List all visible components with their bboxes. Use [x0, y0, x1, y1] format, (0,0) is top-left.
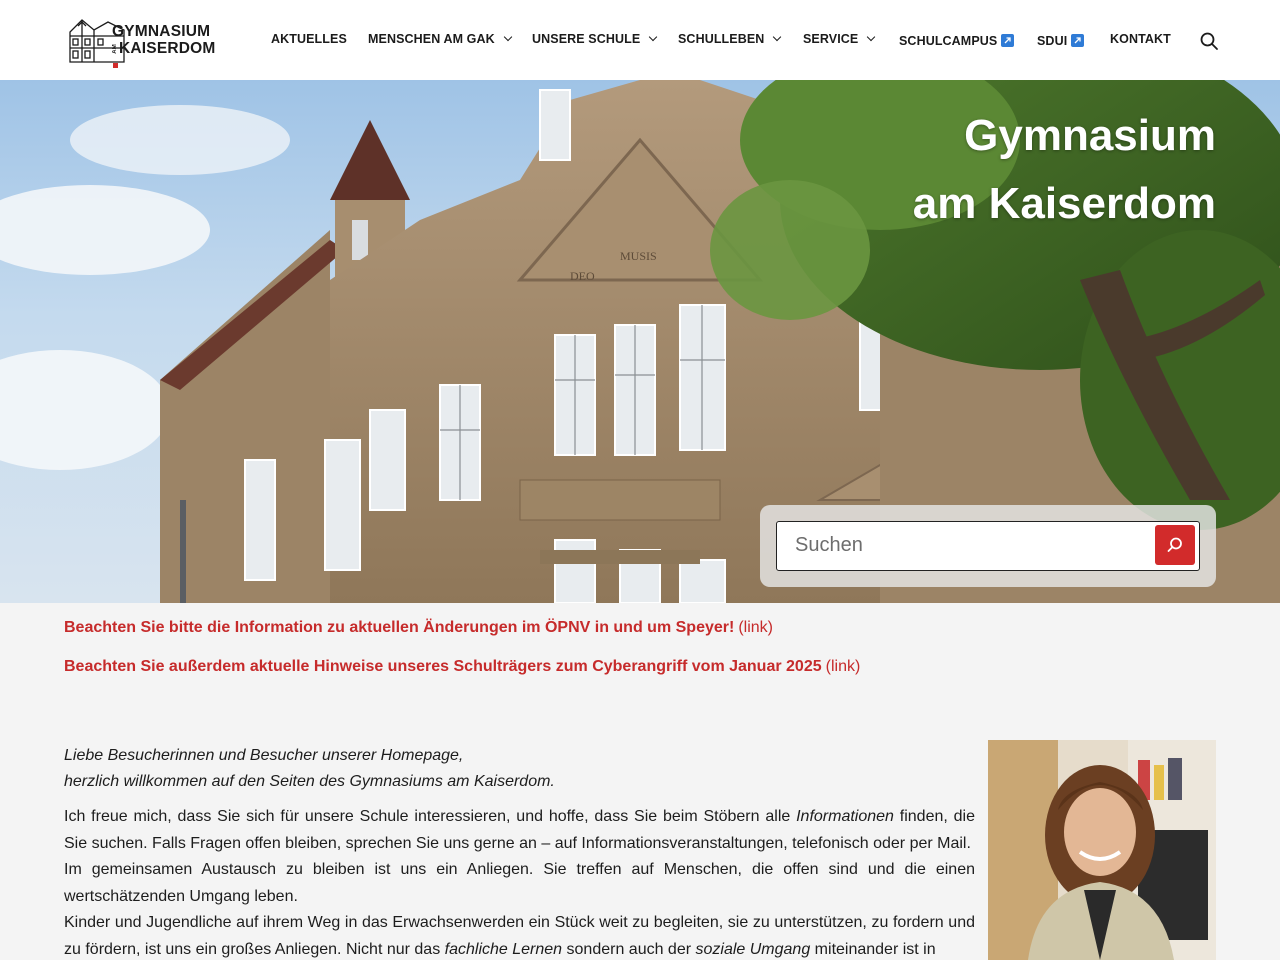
- hero-search-panel: [760, 505, 1216, 587]
- hero-search-input[interactable]: [795, 522, 1135, 568]
- notice-cyberangriff-link[interactable]: (link): [826, 658, 861, 675]
- nav-item-service[interactable]: SERVICE: [803, 32, 876, 46]
- notice-opnv-text: Beachten Sie bitte die Information zu ak…: [64, 619, 735, 636]
- welcome-paragraph-1: Ich freue mich, dass Sie sich für unsere…: [64, 808, 976, 852]
- svg-text:MUSIS: MUSIS: [620, 249, 657, 263]
- nav-item-schulleben[interactable]: SCHULLEBEN: [678, 32, 782, 46]
- school-logo[interactable]: GYMNASIUM AMKAISERDOM: [68, 16, 216, 68]
- welcome-paragraph-3: Kinder und Jugendliche auf ihrem Weg in …: [64, 914, 975, 958]
- chevron-down-icon: [773, 32, 782, 42]
- notice-opnv-link[interactable]: (link): [738, 619, 773, 636]
- hero-title-line2: am Kaiserdom: [912, 179, 1216, 228]
- search-icon: [1167, 537, 1182, 552]
- hero-search-box: [776, 521, 1200, 571]
- principal-portrait-photo: [988, 740, 1216, 960]
- logo-text-gymnasium: GYMNASIUM: [112, 23, 211, 40]
- notice-opnv: Beachten Sie bitte die Information zu ak…: [64, 619, 773, 637]
- hero-search-submit-button[interactable]: [1155, 525, 1195, 565]
- welcome-text: Ich freue mich, dass Sie sich für unsere…: [64, 804, 975, 960]
- site-header: GYMNASIUM AMKAISERDOM AKTUELLES MENSCHEN…: [0, 0, 1280, 80]
- welcome-greeting: Liebe Besucherinnen und Besucher unserer…: [64, 743, 555, 795]
- logo-text-am: AM: [112, 43, 118, 54]
- hero-title: Gymnasium am Kaiserdom: [913, 102, 1216, 238]
- hero-title-line1: Gymnasium: [964, 111, 1216, 160]
- logo-text-kaiserdom: KAISERDOM: [119, 39, 216, 57]
- notice-cyberangriff-text: Beachten Sie außerdem aktuelle Hinweise …: [64, 658, 822, 675]
- svg-text:DEO: DEO: [570, 269, 595, 283]
- chevron-down-icon: [649, 32, 658, 42]
- nav-item-aktuelles[interactable]: AKTUELLES: [271, 32, 347, 46]
- external-link-icon: [1001, 34, 1015, 47]
- nav-item-kontakt[interactable]: KONTAKT: [1110, 32, 1171, 46]
- nav-item-sdui[interactable]: SDUI: [1037, 32, 1085, 48]
- external-link-icon: [1071, 34, 1085, 47]
- nav-item-schulcampus[interactable]: SCHULCAMPUS: [899, 32, 1015, 48]
- chevron-down-icon: [503, 32, 512, 42]
- header-search-button[interactable]: [1199, 31, 1219, 51]
- logo-red-dot: [113, 63, 118, 68]
- greeting-line2: herzlich willkommen auf den Seiten des G…: [64, 773, 555, 790]
- greeting-line1: Liebe Besucherinnen und Besucher unserer…: [64, 747, 464, 764]
- nav-item-unsere-schule[interactable]: UNSERE SCHULE: [532, 32, 658, 46]
- hero-banner: DEO MUSIS Gymnasium am Kaiserdom Suchen: [0, 80, 1280, 603]
- notice-cyberangriff: Beachten Sie außerdem aktuelle Hinweise …: [64, 658, 860, 676]
- search-icon: [1200, 32, 1218, 50]
- chevron-down-icon: [867, 32, 876, 42]
- welcome-paragraph-2: Im gemeinsamen Austausch zu bleiben ist …: [64, 861, 975, 905]
- nav-item-menschen-am-gak[interactable]: MENSCHEN AM GAK: [368, 32, 512, 46]
